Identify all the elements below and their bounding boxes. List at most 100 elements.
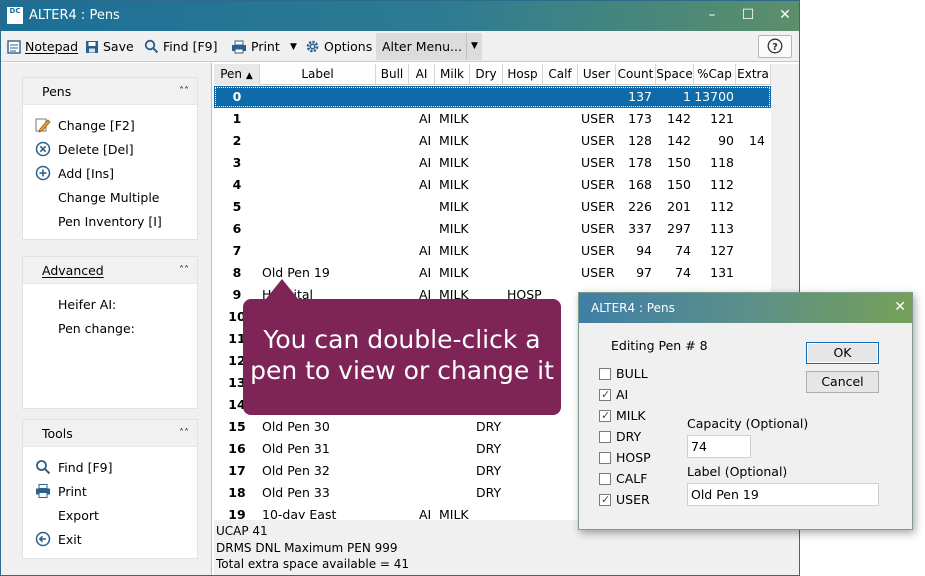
capacity-input[interactable]: 74 [687,435,751,458]
collapse-icon[interactable]: ˄˄ [179,257,189,284]
table-row[interactable]: 5 MILK USER 226 201 112 [214,196,771,218]
table-row[interactable]: 4 AI MILK USER 168 150 112 [214,174,771,196]
table-row-selected[interactable]: 0 137 1 13700 [214,86,771,108]
cell-label [262,152,376,174]
checkbox-hosp-box[interactable] [599,452,611,464]
checkbox-ai-box[interactable] [599,387,611,403]
tools-group-header[interactable]: Tools ˄˄ [23,420,197,447]
pen-label-input[interactable]: Old Pen 19 [687,483,879,506]
column-header-label[interactable]: Label [260,64,376,85]
cell-label [262,130,376,152]
table-row[interactable]: 3 AI MILK USER 178 150 118 [214,152,771,174]
cell-hosp [507,416,547,438]
cell-cap: 90 [718,133,734,148]
column-header-ai[interactable]: AI [409,64,435,85]
sidebar-item-change-multiple[interactable]: Change Multiple [35,189,159,207]
save-button[interactable]: Save [85,37,134,57]
cell-pen: 2 [232,133,242,148]
table-row[interactable]: 2 AI MILK USER 128 142 90 14 [214,130,771,152]
find-label: Find [F9] [58,460,113,475]
checkbox-user-box[interactable] [599,492,611,508]
checkbox-dry-box[interactable] [599,431,611,443]
pens-group-header[interactable]: Pens ˄˄ [23,78,197,105]
cell-count: 337 [628,221,652,236]
print-dropdown-arrow[interactable]: ▼ [290,37,297,57]
cell-bull [376,240,409,262]
column-header-calf[interactable]: Calf [543,64,578,85]
column-header-hosp[interactable]: Hosp [503,64,543,85]
column-header-pen[interactable]: Pen ▲ [214,64,260,85]
sidebar-item-find[interactable]: Find [F9] [35,459,112,477]
cell-user: USER [581,177,615,192]
sidebar-item-exit[interactable]: Exit [35,531,82,549]
edit-pen-dialog: ALTER4 : Pens ✕ Editing Pen # 8 BULL AI … [578,292,913,530]
checkbox-calf[interactable]: CALF [599,471,647,487]
alter-menu-button[interactable]: Alter Menu... [376,33,476,60]
minimize-button[interactable]: – [701,5,723,25]
dialog-close-icon[interactable]: ✕ [894,299,906,315]
checkbox-milk[interactable]: MILK [599,408,646,424]
table-row[interactable]: 7 AI MILK USER 94 74 127 [214,240,771,262]
checkbox-bull[interactable]: BULL [599,366,648,382]
notepad-button[interactable]: Notepad [7,37,78,57]
column-header-extra[interactable]: Extra [736,64,771,85]
sidebar-item-pen-change[interactable]: Pen change: [35,320,135,338]
find-button[interactable]: Find [F9] [144,37,217,57]
cell-label [262,196,376,218]
column-header-space[interactable]: Space [656,64,694,85]
sidebar-item-export[interactable]: Export [35,507,99,525]
cell-bull [376,174,409,196]
collapse-icon[interactable]: ˄˄ [179,78,189,105]
cell-hosp [507,240,547,262]
cell-ai [419,218,441,240]
sidebar-item-delete[interactable]: Delete [Del] [35,141,134,159]
cell-pen: 19 [228,507,246,519]
close-button[interactable]: ✕ [774,5,796,25]
cell-user: USER [581,243,615,258]
sidebar-item-change[interactable]: Change [F2] [35,117,135,135]
help-button[interactable]: ? [758,35,792,58]
checkbox-user[interactable]: USER [599,492,650,508]
sidebar-item-heifer-ai[interactable]: Heifer AI: [35,296,116,314]
advanced-group-title: Advanced [42,263,104,278]
exit-icon [35,531,51,547]
cell-cap: 118 [710,155,734,170]
collapse-icon[interactable]: ˄˄ [179,420,189,447]
cell-cap: 131 [710,265,734,280]
ok-button[interactable]: OK [806,342,879,364]
maximize-button[interactable]: ☐ [737,5,759,25]
sidebar-item-add[interactable]: Add [Ins] [35,165,114,183]
column-header-user[interactable]: User [578,64,616,85]
edit-icon [35,118,51,133]
cell-pen: 8 [232,265,242,280]
sidebar-item-pen-inventory[interactable]: Pen Inventory [I] [35,213,162,231]
checkbox-milk-box[interactable] [599,408,611,424]
pen-inventory-label: Pen Inventory [I] [58,214,162,229]
column-header-dry[interactable]: Dry [470,64,503,85]
print-button[interactable]: Print [231,37,280,57]
cell-ai: AI [419,265,432,280]
options-button[interactable]: Options [305,37,372,57]
cell-bull [376,416,409,438]
checkbox-bull-box[interactable] [599,368,611,380]
cell-pen: 18 [228,485,246,500]
checkbox-hosp[interactable]: HOSP [599,450,651,466]
cancel-button[interactable]: Cancel [806,371,879,393]
cell-space: 201 [667,199,691,214]
alter-menu-dropdown-arrow[interactable]: ▼ [466,33,482,60]
advanced-group-header[interactable]: Advanced ˄˄ [23,257,197,284]
column-header-bull[interactable]: Bull [376,64,409,85]
cell-dry [476,196,509,218]
table-row[interactable]: 6 MILK USER 337 297 113 [214,218,771,240]
table-row[interactable]: 1 AI MILK USER 173 142 121 [214,108,771,130]
cell-ai: AI [419,177,432,192]
sidebar-item-print[interactable]: Print [35,483,87,501]
checkbox-dry[interactable]: DRY [599,429,641,445]
checkbox-ai[interactable]: AI [599,387,628,403]
column-header-milk[interactable]: Milk [435,64,470,85]
column-header-count[interactable]: Count [616,64,656,85]
column-header-cap[interactable]: %Cap [694,64,736,85]
cell-calf [545,108,580,130]
cell-dry [476,262,509,284]
checkbox-calf-box[interactable] [599,473,611,485]
